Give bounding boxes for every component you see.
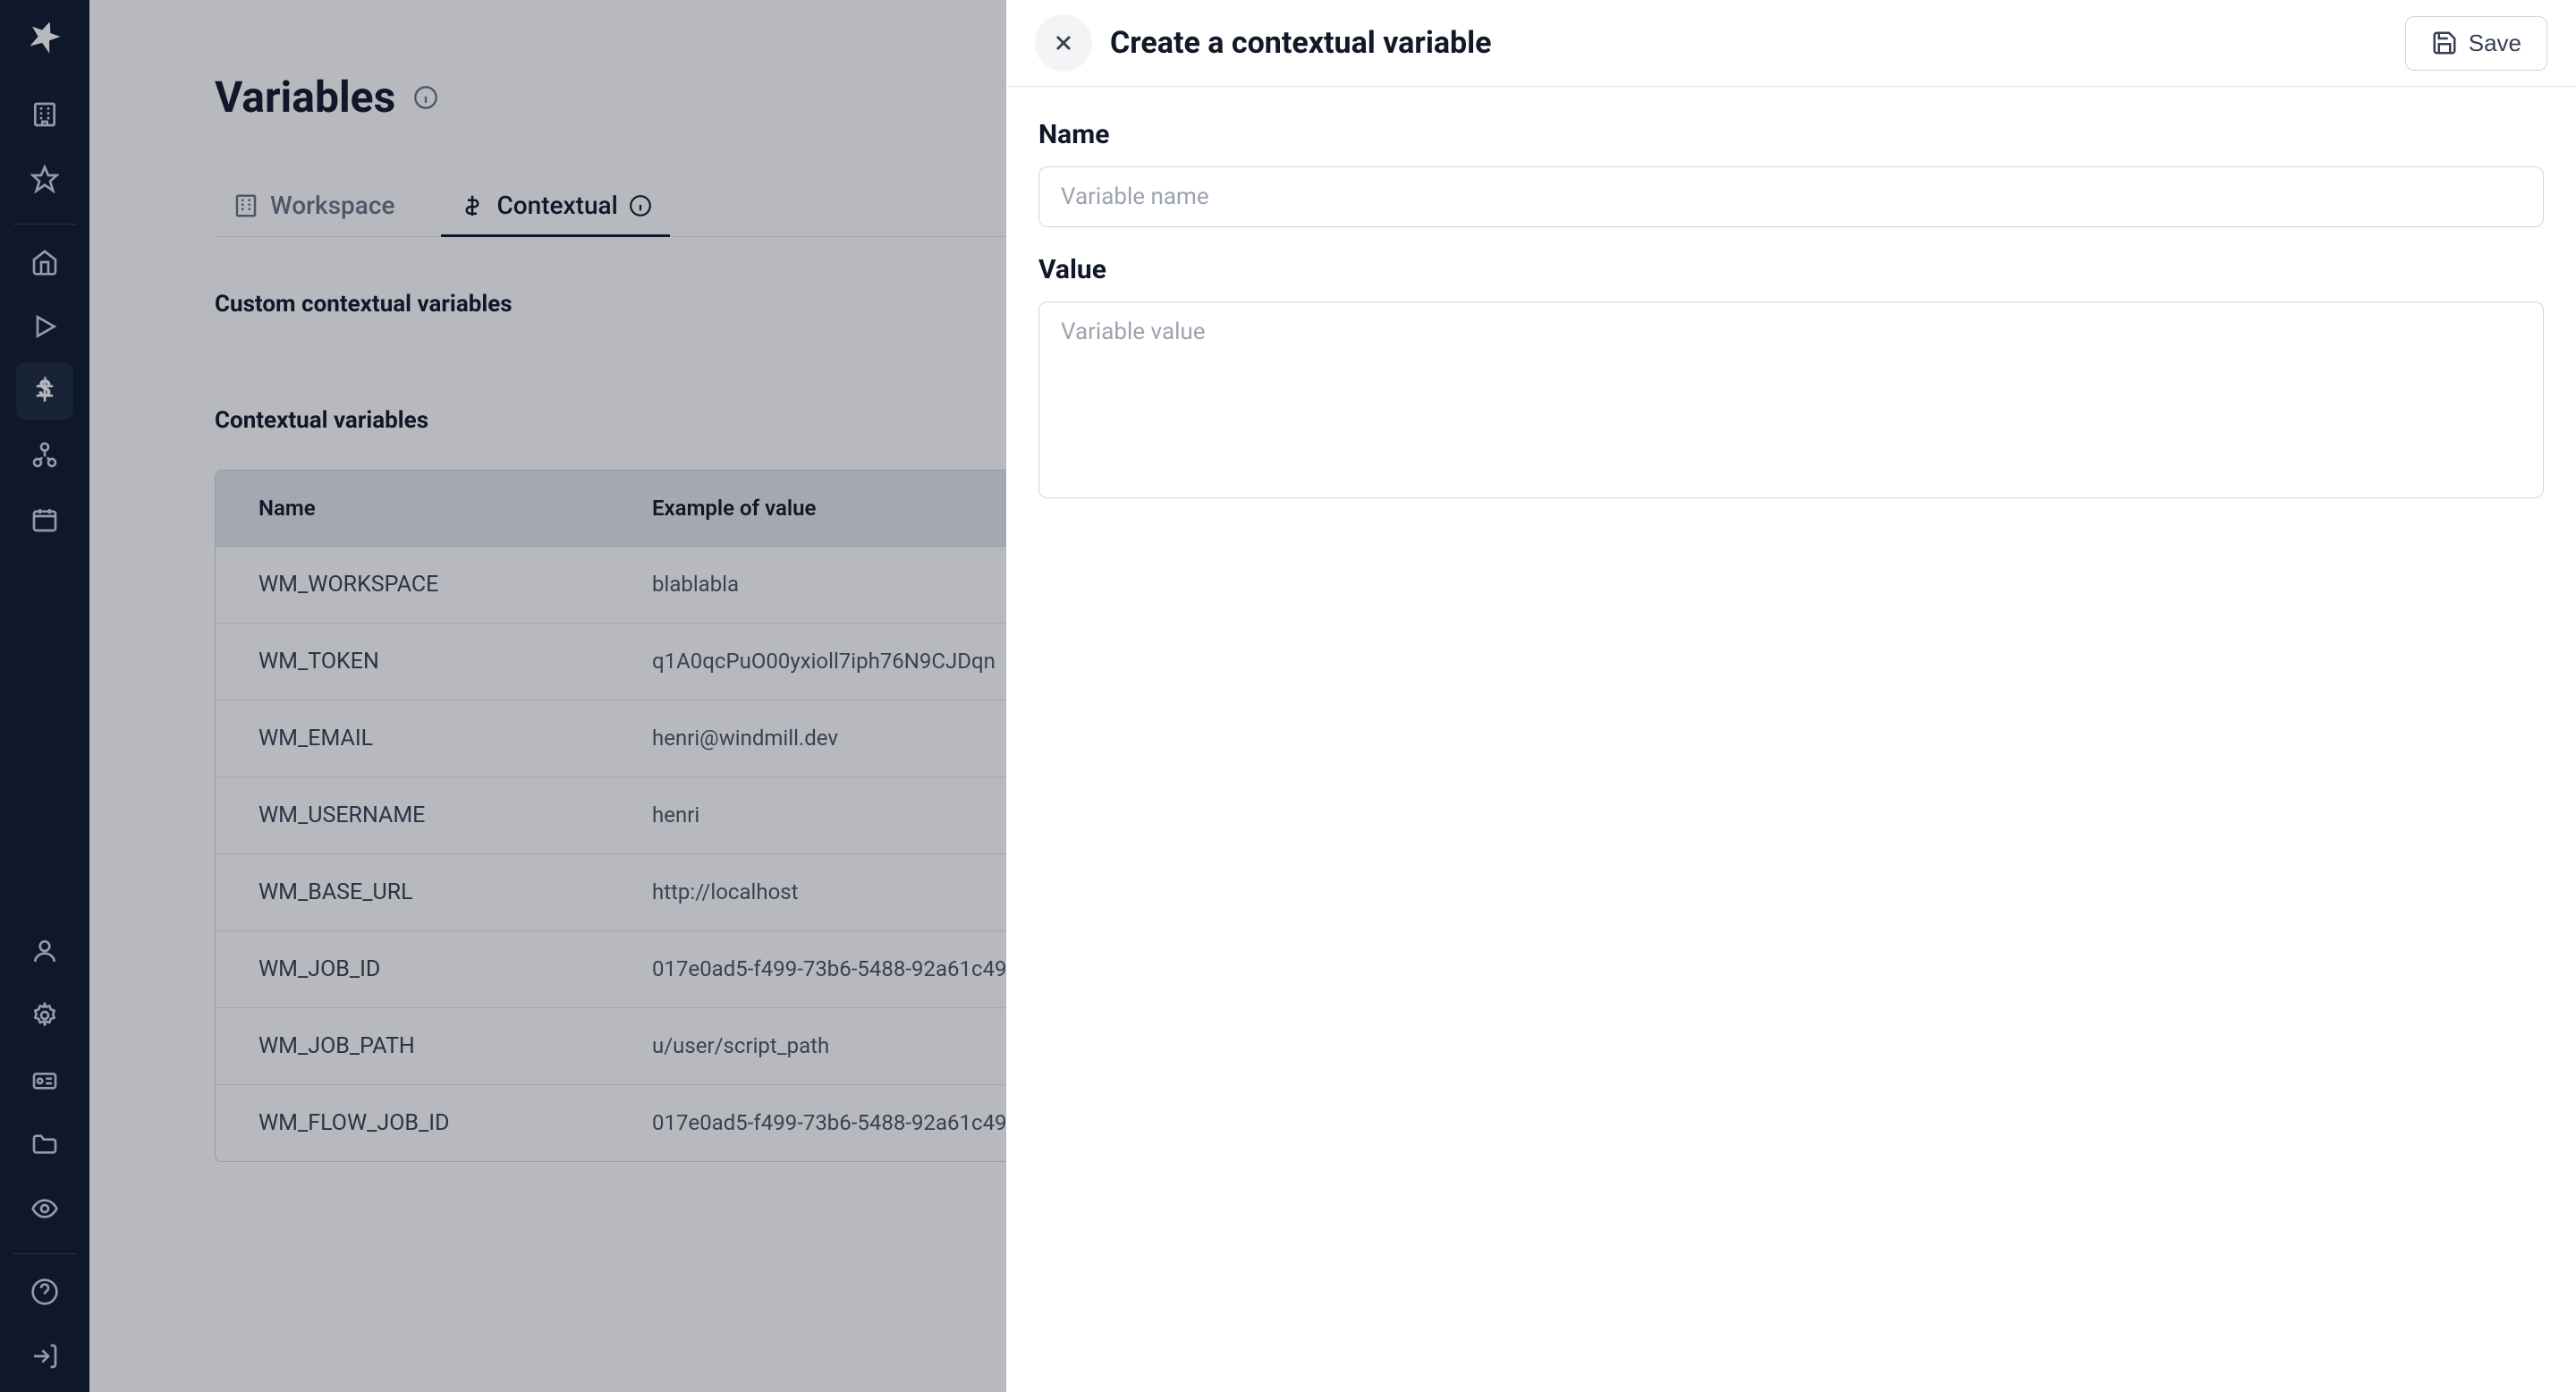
close-icon: [1051, 30, 1076, 55]
value-label: Value: [1038, 254, 2544, 285]
value-form-group: Value: [1038, 254, 2544, 498]
close-button[interactable]: [1035, 14, 1092, 72]
value-textarea[interactable]: [1038, 301, 2544, 498]
drawer-title: Create a contextual variable: [1110, 25, 2387, 61]
save-button-label: Save: [2469, 30, 2521, 57]
name-form-group: Name: [1038, 119, 2544, 227]
create-variable-drawer: Create a contextual variable Save Name V…: [1006, 0, 2576, 1392]
drawer-body: Name Value: [1006, 87, 2576, 530]
save-button[interactable]: Save: [2405, 16, 2547, 71]
drawer-header: Create a contextual variable Save: [1006, 0, 2576, 87]
name-label: Name: [1038, 119, 2544, 150]
save-icon: [2431, 30, 2458, 56]
name-input[interactable]: [1038, 166, 2544, 227]
